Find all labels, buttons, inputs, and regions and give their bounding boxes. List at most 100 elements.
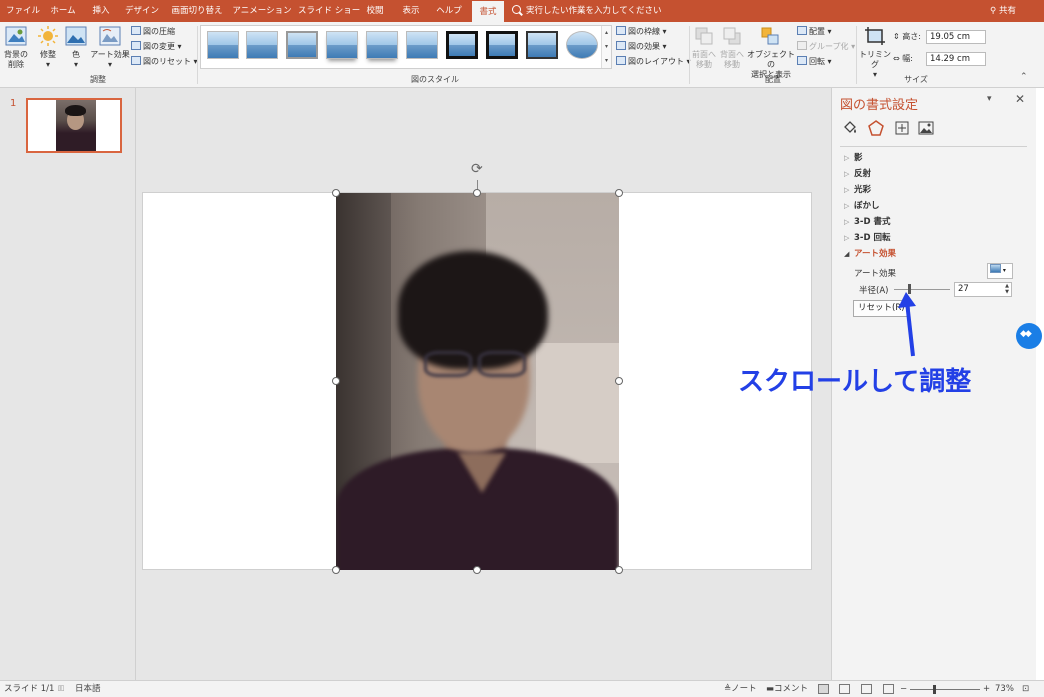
- picture-style-4[interactable]: [326, 31, 358, 59]
- picture-style-2[interactable]: [246, 31, 278, 59]
- section-reflection[interactable]: ▷ 反射: [844, 167, 871, 179]
- tab-insert[interactable]: 挿入: [86, 0, 116, 22]
- zoom-level[interactable]: 73%: [995, 681, 1014, 697]
- fit-slide-icon[interactable]: ⊡: [1022, 681, 1029, 697]
- picture-style-10[interactable]: [566, 31, 598, 59]
- effects-pentagon-icon[interactable]: [868, 120, 884, 136]
- resize-handle-se[interactable]: [615, 566, 623, 574]
- picture-style-6[interactable]: [406, 31, 438, 59]
- tab-view[interactable]: 表示: [396, 0, 426, 22]
- section-3d-rotation[interactable]: ▷ 3-D 回転: [844, 231, 890, 243]
- resize-handle-sw[interactable]: [332, 566, 340, 574]
- rotate-button[interactable]: 回転 ▾: [797, 55, 832, 69]
- slide-thumbnail[interactable]: [26, 98, 122, 153]
- gallery-scroll[interactable]: ▴ ▾ ▾: [601, 26, 611, 68]
- artistic-effects-label: アート効果: [90, 50, 130, 59]
- picture-style-7[interactable]: [446, 31, 478, 59]
- picture-effects-button[interactable]: 図の効果 ▾: [616, 40, 667, 54]
- picture-border-icon: [616, 26, 626, 35]
- picture-border-button[interactable]: 図の枠線 ▾: [616, 25, 667, 39]
- crop-button[interactable]: トリミング ▾: [858, 26, 892, 80]
- effect-preview-icon: [990, 264, 1001, 273]
- zoom-slider[interactable]: [910, 689, 980, 690]
- selection-pane-button[interactable]: オブジェクトの 選択と表示: [747, 26, 795, 80]
- notes-button[interactable]: ≜ ノート: [724, 681, 757, 697]
- tab-format[interactable]: 書式: [472, 1, 504, 22]
- resize-handle-w[interactable]: [332, 377, 340, 385]
- artistic-effect-dropdown[interactable]: ▾: [987, 263, 1013, 279]
- artistic-effects-button[interactable]: アート効果 ▾: [90, 26, 130, 70]
- slideshow-view-icon[interactable]: [883, 684, 894, 694]
- picture-style-9[interactable]: [526, 31, 558, 59]
- reading-view-icon[interactable]: [861, 684, 872, 694]
- reset-picture-button[interactable]: 図のリセット ▾: [131, 55, 198, 69]
- resize-handle-n[interactable]: [473, 189, 481, 197]
- section-3d-format[interactable]: ▷ 3-D 書式: [844, 215, 890, 227]
- group-button[interactable]: グループ化 ▾: [797, 40, 855, 54]
- normal-view-icon[interactable]: [818, 684, 829, 694]
- fill-line-icon[interactable]: [842, 120, 858, 136]
- size-properties-icon[interactable]: [894, 120, 910, 136]
- change-picture-button[interactable]: 図の変更 ▾: [131, 40, 182, 54]
- picture-style-1[interactable]: [207, 31, 239, 59]
- tab-transitions[interactable]: 画面切り替え: [168, 0, 226, 22]
- collapse-ribbon-icon[interactable]: ⌃: [1020, 72, 1028, 82]
- picture-style-5[interactable]: [366, 31, 398, 59]
- slide-sorter-icon[interactable]: [839, 684, 850, 694]
- align-button[interactable]: 配置 ▾: [797, 25, 832, 39]
- crop-label: トリミング: [859, 50, 891, 69]
- spellcheck-icon[interactable]: 🗉: [58, 681, 64, 697]
- section-artistic-effects[interactable]: ◢ アート効果: [844, 247, 896, 259]
- send-backward-button[interactable]: 背面へ 移動: [719, 26, 745, 70]
- width-input[interactable]: 14.29 cm: [926, 52, 986, 66]
- slides-panel: 1: [0, 88, 136, 680]
- tab-help[interactable]: ヘルプ: [432, 0, 466, 22]
- zoom-out-icon[interactable]: −: [900, 681, 907, 697]
- close-icon[interactable]: ✕: [1015, 92, 1025, 106]
- zoom-in-icon[interactable]: +: [983, 681, 990, 697]
- selection-label-1: オブジェクトの: [747, 50, 795, 69]
- corrections-label: 修整: [40, 50, 56, 59]
- resize-handle-nw[interactable]: [332, 189, 340, 197]
- spin-arrows-icon[interactable]: ▲ ▼: [1005, 283, 1009, 295]
- expand-triangle-icon: ▷: [844, 218, 850, 226]
- tab-review[interactable]: 校閲: [360, 0, 390, 22]
- section-glow[interactable]: ▷ 光彩: [844, 183, 871, 195]
- selected-picture[interactable]: [336, 193, 619, 570]
- ribbon-tab-bar: ファイル ホーム 挿入 デザイン 画面切り替え アニメーション スライド ショー…: [0, 0, 1044, 22]
- resize-handle-s[interactable]: [473, 566, 481, 574]
- corrections-button[interactable]: 修整 ▾: [35, 26, 61, 70]
- radius-input[interactable]: 27 ▲ ▼: [954, 282, 1012, 297]
- tab-design[interactable]: デザイン: [122, 0, 162, 22]
- comments-button[interactable]: ▬ コメント: [766, 681, 808, 697]
- picture-style-8[interactable]: [486, 31, 518, 59]
- picture-style-3[interactable]: [286, 31, 318, 59]
- picture-icon[interactable]: [918, 120, 934, 136]
- dropbox-icon[interactable]: [1016, 323, 1042, 349]
- resize-handle-e[interactable]: [615, 377, 623, 385]
- picture-layout-label: 図のレイアウト: [628, 57, 684, 66]
- compress-pictures-button[interactable]: 図の圧縮: [131, 25, 175, 39]
- language[interactable]: 日本語: [75, 681, 101, 697]
- section-shadow[interactable]: ▷ 影: [844, 151, 863, 163]
- pane-options-chevron-icon[interactable]: ▾: [987, 94, 992, 104]
- tell-me-search[interactable]: 実行したい作業を入力してください: [512, 0, 662, 22]
- resize-handle-ne[interactable]: [615, 189, 623, 197]
- tab-home[interactable]: ホーム: [46, 0, 80, 22]
- tab-file[interactable]: ファイル: [6, 0, 40, 22]
- tab-animations[interactable]: アニメーション: [232, 0, 292, 22]
- height-input[interactable]: 19.05 cm: [926, 30, 986, 44]
- share-button[interactable]: ⚲ 共有: [990, 0, 1016, 22]
- section-soft-edges[interactable]: ▷ ぼかし: [844, 199, 880, 211]
- rotate-handle-icon[interactable]: ⟳: [471, 161, 483, 177]
- picture-styles-gallery[interactable]: ▴ ▾ ▾: [200, 25, 612, 69]
- change-picture-label: 図の変更: [143, 42, 175, 51]
- tab-slideshow[interactable]: スライド ショー: [298, 0, 360, 22]
- zoom-slider-thumb[interactable]: [933, 685, 936, 694]
- bring-forward-button[interactable]: 前面へ 移動: [691, 26, 717, 70]
- change-picture-icon: [131, 41, 141, 50]
- remove-background-button[interactable]: 背景の 削除: [3, 26, 29, 70]
- color-button[interactable]: 色 ▾: [64, 26, 88, 70]
- expand-triangle-icon: ▷: [844, 186, 850, 194]
- picture-layout-button[interactable]: 図のレイアウト ▾: [616, 55, 691, 69]
